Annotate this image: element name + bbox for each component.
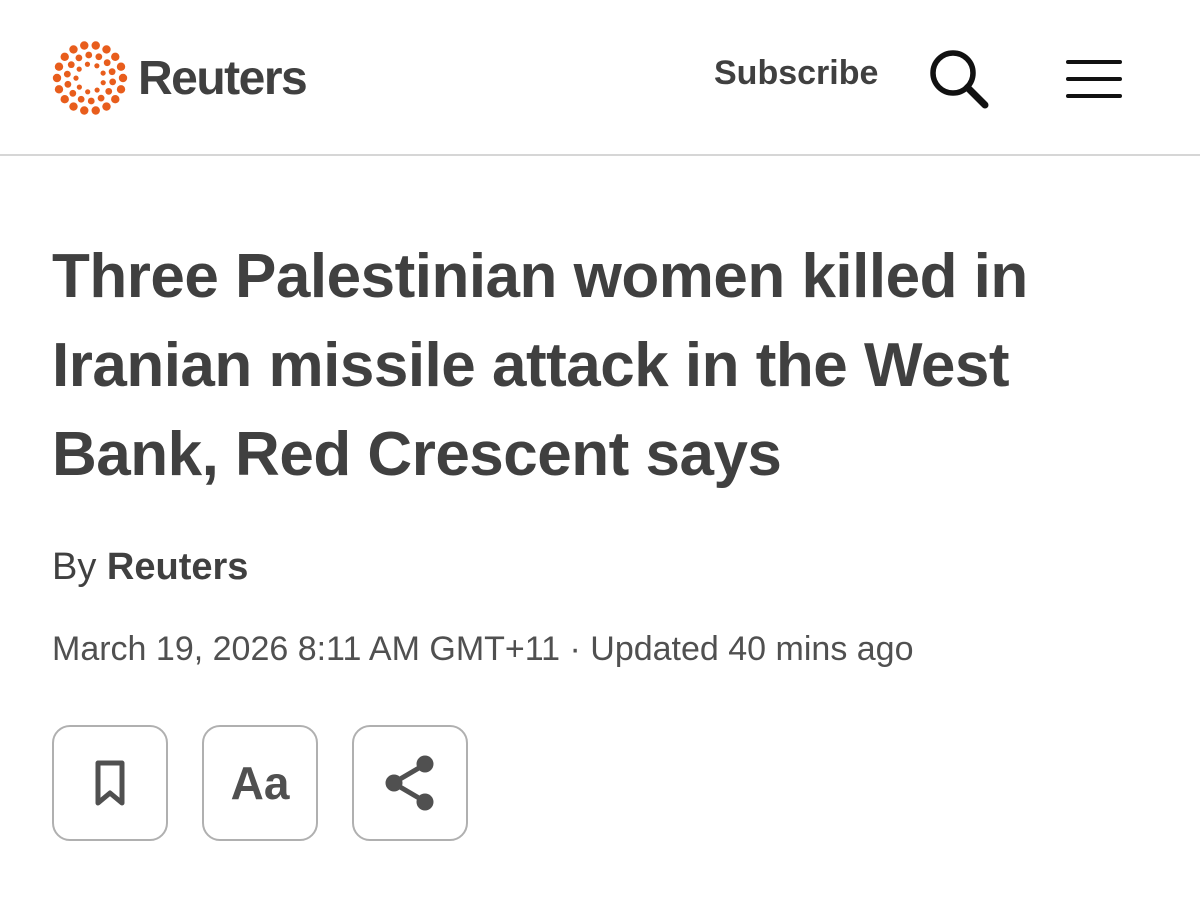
logo-dot <box>109 78 117 86</box>
logo-dot <box>116 85 126 94</box>
byline-prefix: By <box>52 546 97 588</box>
article-headline: Three Palestinian women killed in Irania… <box>52 232 1112 499</box>
headline-line: Iranian missile attack in the West <box>52 331 1010 400</box>
byline-author-link[interactable]: Reuters <box>107 546 249 588</box>
article-dateline: March 19, 2026 8:11 AM GMT+11 · Updated … <box>52 630 914 668</box>
text-size-label: Aa <box>230 757 290 809</box>
share-icon <box>385 755 434 811</box>
logo-dot <box>94 63 100 69</box>
logo-dot <box>52 73 62 83</box>
logo-dot <box>91 41 100 50</box>
logo-dot <box>91 106 100 115</box>
logo-dot <box>54 85 64 94</box>
byline: By Reuters <box>52 546 248 589</box>
logo-dot <box>102 102 111 111</box>
logo-dot <box>95 53 103 61</box>
logo-dot <box>69 89 77 97</box>
logo-dot <box>75 54 83 62</box>
logo-dot <box>69 45 78 54</box>
logo-dot <box>67 61 75 69</box>
logo-dot <box>77 95 85 103</box>
logo-dot <box>105 87 113 95</box>
subscribe-button[interactable]: Subscribe <box>714 54 878 93</box>
logo-dot <box>73 75 79 81</box>
logo-dot <box>103 59 111 67</box>
logo-dot <box>100 80 106 86</box>
logo-dot <box>85 51 93 59</box>
logo-dot <box>76 66 82 72</box>
logo-dot <box>60 95 69 104</box>
logo-dot <box>63 70 71 78</box>
logo-dot <box>116 62 126 71</box>
logo-dot <box>111 52 120 61</box>
logo-dot <box>69 102 78 111</box>
reuters-logo-mark-icon <box>52 41 128 115</box>
logo-dot <box>64 80 72 88</box>
site-header: Reuters Subscribe <box>0 0 1200 156</box>
logo-dot <box>80 106 89 115</box>
search-button[interactable] <box>926 46 992 112</box>
headline-line: Three Palestinian women killed in <box>52 242 1028 311</box>
logo-dot <box>80 41 89 50</box>
share-button[interactable] <box>352 725 468 841</box>
logo-dot <box>97 94 105 102</box>
logo-dot <box>108 68 116 76</box>
bookmark-icon <box>95 760 125 806</box>
logo-dot <box>102 45 111 54</box>
logo-dot <box>85 89 91 95</box>
hamburger-menu-icon <box>1066 60 1122 98</box>
logo-dot <box>60 52 69 61</box>
reuters-logo[interactable]: Reuters <box>50 38 308 118</box>
logo-dot <box>100 70 106 76</box>
menu-button[interactable] <box>1064 56 1124 102</box>
logo-dot <box>84 61 91 67</box>
search-icon <box>930 50 989 109</box>
logo-dot <box>118 73 128 83</box>
text-size-button[interactable]: Aa <box>202 725 318 841</box>
article-page: Reuters Subscribe Three Palestinian wome… <box>0 0 1200 915</box>
logo-dot <box>76 84 82 90</box>
headline-line: Bank, Red Crescent says <box>52 420 782 489</box>
logo-dot <box>111 95 120 104</box>
bookmark-button[interactable] <box>52 725 168 841</box>
logo-text: Reuters <box>138 51 308 105</box>
logo-dot <box>87 97 95 105</box>
logo-dot <box>54 62 64 71</box>
logo-dot <box>94 87 100 93</box>
